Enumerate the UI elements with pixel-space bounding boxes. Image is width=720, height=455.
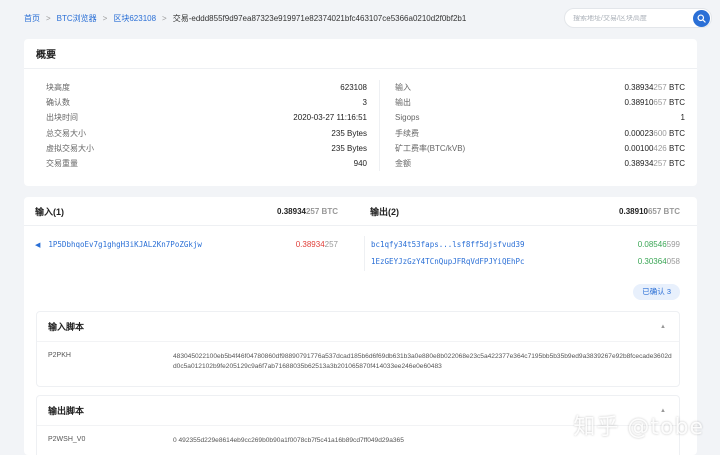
search-button[interactable]	[693, 10, 710, 27]
overview-row: Sigops 1	[395, 110, 685, 125]
list-item: 1EzGEYJzGzY4TCnQupJFRqVdFPJYiQEhPc 0.303…	[371, 253, 680, 270]
overview-value: 0.38910657 BTC	[624, 98, 685, 108]
caret-up-icon[interactable]: ▲	[660, 324, 666, 330]
overview-row: 出块时间 2020-03-27 11:16:51	[46, 110, 367, 125]
overview-label: 总交易大小	[46, 128, 86, 138]
overview-title: 概要	[24, 39, 697, 69]
input-script-title: 输入脚本	[48, 322, 85, 332]
overview-row: 总交易大小 235 Bytes	[46, 126, 367, 141]
confirmed-badge: 已确认 3	[633, 284, 680, 300]
output-amount: 0.30364058	[637, 257, 680, 266]
inputs-total: 0.38934257 BTC	[277, 206, 338, 216]
output-address-link[interactable]: bc1qfy34t53faps...lsf8ff5djsfvud39	[371, 240, 525, 249]
overview-label: 矿工费率(BTC/kVB)	[395, 143, 466, 153]
overview-label: 确认数	[46, 98, 70, 108]
list-item: ◀ 1P5DbhqoEv7g1ghgH3iKJAL2Kn7PoZGkjw 0.3…	[35, 236, 338, 253]
io-header: 输入(1) 0.38934257 BTC 输出(2) 0.38910657 BT…	[24, 197, 697, 226]
overview-row: 交易重量 940	[46, 156, 367, 171]
input-script-panel: 输入脚本 ▲ P2PKH 483045022100eb5b4f46f047808…	[36, 311, 680, 387]
input-script-header[interactable]: 输入脚本 ▲	[37, 312, 679, 342]
overview-value: 623108	[340, 83, 367, 92]
overview-value: 0.00100426 BTC	[624, 143, 685, 153]
overview-value: 1	[680, 113, 685, 123]
overview-value: 235 Bytes	[331, 128, 367, 138]
breadcrumb-explorer-link[interactable]: BTC浏览器	[57, 13, 97, 24]
overview-label: 交易重量	[46, 158, 78, 168]
outputs-list: bc1qfy34t53faps...lsf8ff5djsfvud39 0.085…	[364, 236, 697, 271]
overview-label: 块高度	[46, 83, 70, 92]
overview-label: 虚拟交易大小	[46, 143, 94, 153]
breadcrumb: 首页 > BTC浏览器 > 区块623108 > 交易-eddd855f9d97…	[24, 13, 466, 24]
overview-value: 235 Bytes	[331, 143, 367, 153]
top-bar: 首页 > BTC浏览器 > 区块623108 > 交易-eddd855f9d97…	[0, 0, 720, 36]
overview-row: 矿工费率(BTC/kVB) 0.00100426 BTC	[395, 141, 685, 156]
overview-row: 输入 0.38934257 BTC	[395, 80, 685, 95]
input-amount: 0.38934257	[295, 240, 338, 249]
overview-value: 3	[362, 98, 367, 108]
overview-label: 手续费	[395, 128, 419, 138]
input-script-hex: 483045022100eb5b4f46f04780860df988907917…	[173, 353, 672, 370]
overview-right-column: 输入 0.38934257 BTC 输出 0.38910657 BTC Sigops…	[379, 80, 685, 172]
output-address-link[interactable]: 1EzGEYJzGzY4TCnQupJFRqVdFPJYiQEhPc	[371, 257, 525, 266]
overview-card: 概要 块高度 623108 确认数 3 出块时间 2020-03-27 11:16:5…	[24, 39, 697, 186]
output-amount: 0.08546599	[637, 240, 680, 249]
overview-label: Sigops	[395, 113, 420, 123]
overview-row: 金额 0.38934257 BTC	[395, 156, 685, 171]
overview-value: 2020-03-27 11:16:51	[293, 113, 367, 123]
search-icon	[697, 14, 706, 23]
list-item: bc1qfy34t53faps...lsf8ff5djsfvud39 0.085…	[371, 236, 680, 253]
input-script-type: P2PKH	[48, 352, 71, 359]
overview-row: 确认数 3	[46, 95, 367, 110]
breadcrumb-separator-icon: >	[162, 13, 167, 23]
breadcrumb-separator-icon: >	[46, 13, 51, 23]
watermark: 知乎 @tobe	[573, 415, 704, 440]
breadcrumb-home-link[interactable]: 首页	[24, 13, 40, 24]
search-input[interactable]	[565, 14, 685, 22]
outputs-total: 0.38910657 BTC	[619, 206, 680, 216]
breadcrumb-separator-icon: >	[102, 13, 108, 23]
triangle-left-icon[interactable]: ◀	[35, 241, 40, 249]
breadcrumb-current: 交易-eddd855f9d97ea87323e919971e82374021bf…	[172, 13, 467, 23]
overview-row: 输出 0.38910657 BTC	[395, 95, 685, 110]
search-box	[564, 8, 712, 28]
overview-label: 输入	[395, 83, 411, 92]
overview-value: 0.38934257 BTC	[624, 158, 685, 168]
outputs-title: 输出(2)	[370, 206, 399, 217]
breadcrumb-block-link[interactable]: 区块623108	[113, 13, 156, 24]
overview-row: 虚拟交易大小 235 Bytes	[46, 141, 367, 156]
overview-value: 0.00023600 BTC	[624, 128, 685, 138]
output-script-type: P2WSH_V0	[48, 436, 86, 443]
input-address-link[interactable]: 1P5DbhqoEv7g1ghgH3iKJAL2Kn7PoZGkjw	[48, 240, 202, 249]
overview-row: 块高度 623108	[46, 80, 367, 95]
overview-left-column: 块高度 623108 确认数 3 出块时间 2020-03-27 11:16:51 总…	[46, 80, 367, 171]
overview-label: 出块时间	[46, 113, 78, 123]
overview-label: 输出	[395, 98, 411, 108]
inputs-title: 输入(1)	[35, 206, 64, 217]
inputs-list: ◀ 1P5DbhqoEv7g1ghgH3iKJAL2Kn7PoZGkjw 0.3…	[24, 236, 364, 298]
overview-value: 940	[353, 158, 367, 168]
overview-value: 0.38934257 BTC	[624, 83, 685, 92]
overview-row: 手续费 0.00023600 BTC	[395, 126, 685, 141]
output-script-title: 输出脚本	[48, 406, 85, 416]
overview-label: 金额	[395, 158, 411, 168]
